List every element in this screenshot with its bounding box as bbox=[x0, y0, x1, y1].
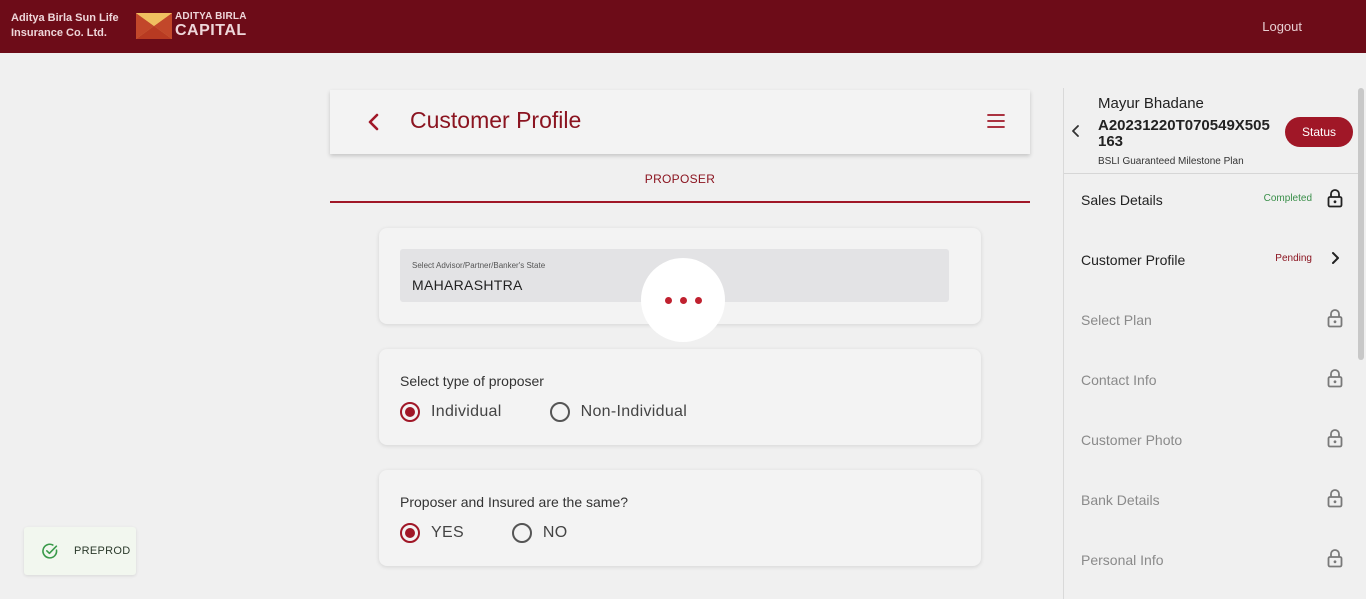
step-customer-profile[interactable]: Customer Profile Pending bbox=[1064, 230, 1358, 290]
tab-proposer[interactable]: PROPOSER bbox=[330, 160, 1030, 203]
radio-selected-icon bbox=[400, 523, 420, 543]
step-sales-details[interactable]: Sales Details Completed bbox=[1064, 170, 1358, 230]
chevron-right-icon bbox=[1326, 248, 1344, 268]
step-status: Completed bbox=[1263, 193, 1312, 204]
radio-selected-icon bbox=[400, 402, 420, 422]
advisor-state-value: MAHARASHTRA bbox=[412, 277, 523, 293]
step-label: Bank Details bbox=[1081, 492, 1160, 508]
radio-individual[interactable]: Individual bbox=[400, 402, 502, 422]
brand-line-1: Aditya Birla Sun Life bbox=[11, 12, 119, 24]
top-bar: Aditya Birla Sun Life Insurance Co. Ltd.… bbox=[0, 0, 1366, 53]
environment-label: PREPROD bbox=[74, 545, 131, 557]
same-insured-card: Proposer and Insured are the same? YES N… bbox=[379, 470, 981, 566]
loading-dot bbox=[664, 296, 672, 304]
same-insured-radio-group: YES NO bbox=[400, 523, 616, 543]
progress-side-panel: Mayur Bhadane A20231220T070549X505163 BS… bbox=[1063, 88, 1358, 599]
step-bank-details[interactable]: Bank Details bbox=[1064, 470, 1358, 530]
brand-name: Aditya Birla Sun Life Insurance Co. Ltd. bbox=[11, 11, 119, 41]
step-customer-photo[interactable]: Customer Photo bbox=[1064, 410, 1358, 470]
plan-name: BSLI Guaranteed Milestone Plan bbox=[1098, 156, 1244, 167]
lock-icon bbox=[1326, 548, 1344, 568]
check-circle-icon bbox=[41, 542, 59, 560]
radio-unselected-icon bbox=[549, 402, 570, 422]
lock-icon bbox=[1326, 488, 1344, 508]
step-personal-info[interactable]: Personal Info bbox=[1064, 530, 1358, 590]
side-panel-scrollbar[interactable] bbox=[1358, 88, 1364, 360]
step-select-plan[interactable]: Select Plan bbox=[1064, 290, 1358, 350]
same-insured-question: Proposer and Insured are the same? bbox=[400, 494, 629, 510]
loading-dot bbox=[694, 296, 702, 304]
hamburger-menu-icon[interactable] bbox=[986, 111, 1006, 131]
page-title: Customer Profile bbox=[410, 107, 582, 133]
chevron-left-icon[interactable] bbox=[362, 110, 386, 134]
logout-button[interactable]: Logout bbox=[1262, 19, 1302, 34]
logo-line-1: ADITYA BIRLA bbox=[175, 11, 247, 22]
radio-unselected-icon bbox=[511, 523, 532, 543]
sun-logo-icon bbox=[136, 12, 172, 39]
radio-individual-label: Individual bbox=[431, 403, 502, 420]
customer-summary: Mayur Bhadane A20231220T070549X505163 BS… bbox=[1064, 88, 1358, 174]
step-label: Contact Info bbox=[1081, 372, 1157, 388]
lock-icon bbox=[1326, 308, 1344, 328]
step-status: Pending bbox=[1275, 253, 1312, 264]
loading-spinner bbox=[641, 258, 725, 342]
brand-line-2: Insurance Co. Ltd. bbox=[11, 27, 107, 39]
step-label: Select Plan bbox=[1081, 312, 1152, 328]
customer-name: Mayur Bhadane bbox=[1098, 95, 1204, 112]
aditya-birla-capital-logo: ADITYA BIRLA CAPITAL bbox=[136, 12, 247, 39]
environment-badge: PREPROD bbox=[24, 527, 136, 575]
status-button[interactable]: Status bbox=[1285, 117, 1353, 147]
proposer-type-radio-group: Individual Non-Individual bbox=[400, 402, 735, 422]
page-header-card: Customer Profile bbox=[330, 90, 1030, 154]
radio-no-label: NO bbox=[542, 524, 568, 541]
lock-icon bbox=[1326, 368, 1344, 388]
lock-icon bbox=[1326, 188, 1344, 208]
lock-icon bbox=[1326, 428, 1344, 448]
radio-yes-label: YES bbox=[431, 524, 464, 541]
tab-proposer-label: PROPOSER bbox=[644, 172, 716, 186]
step-contact-info[interactable]: Contact Info bbox=[1064, 350, 1358, 410]
radio-non-individual-label: Non-Individual bbox=[580, 403, 688, 420]
radio-no[interactable]: NO bbox=[511, 523, 568, 543]
proposer-type-question: Select type of proposer bbox=[400, 373, 544, 389]
loading-dot bbox=[679, 296, 687, 304]
step-label: Personal Info bbox=[1081, 552, 1164, 568]
step-label: Customer Photo bbox=[1081, 432, 1183, 448]
logo-line-2: CAPITAL bbox=[175, 22, 247, 39]
step-label: Customer Profile bbox=[1081, 252, 1186, 268]
radio-yes[interactable]: YES bbox=[400, 523, 464, 543]
step-label: Sales Details bbox=[1081, 192, 1163, 208]
proposer-type-card: Select type of proposer Individual Non-I… bbox=[379, 349, 981, 445]
radio-non-individual[interactable]: Non-Individual bbox=[549, 402, 688, 422]
application-number: A20231220T070549X505163 bbox=[1098, 117, 1270, 150]
advisor-state-label: Select Advisor/Partner/Banker's State bbox=[412, 261, 546, 270]
collapse-panel-icon[interactable] bbox=[1068, 123, 1084, 139]
